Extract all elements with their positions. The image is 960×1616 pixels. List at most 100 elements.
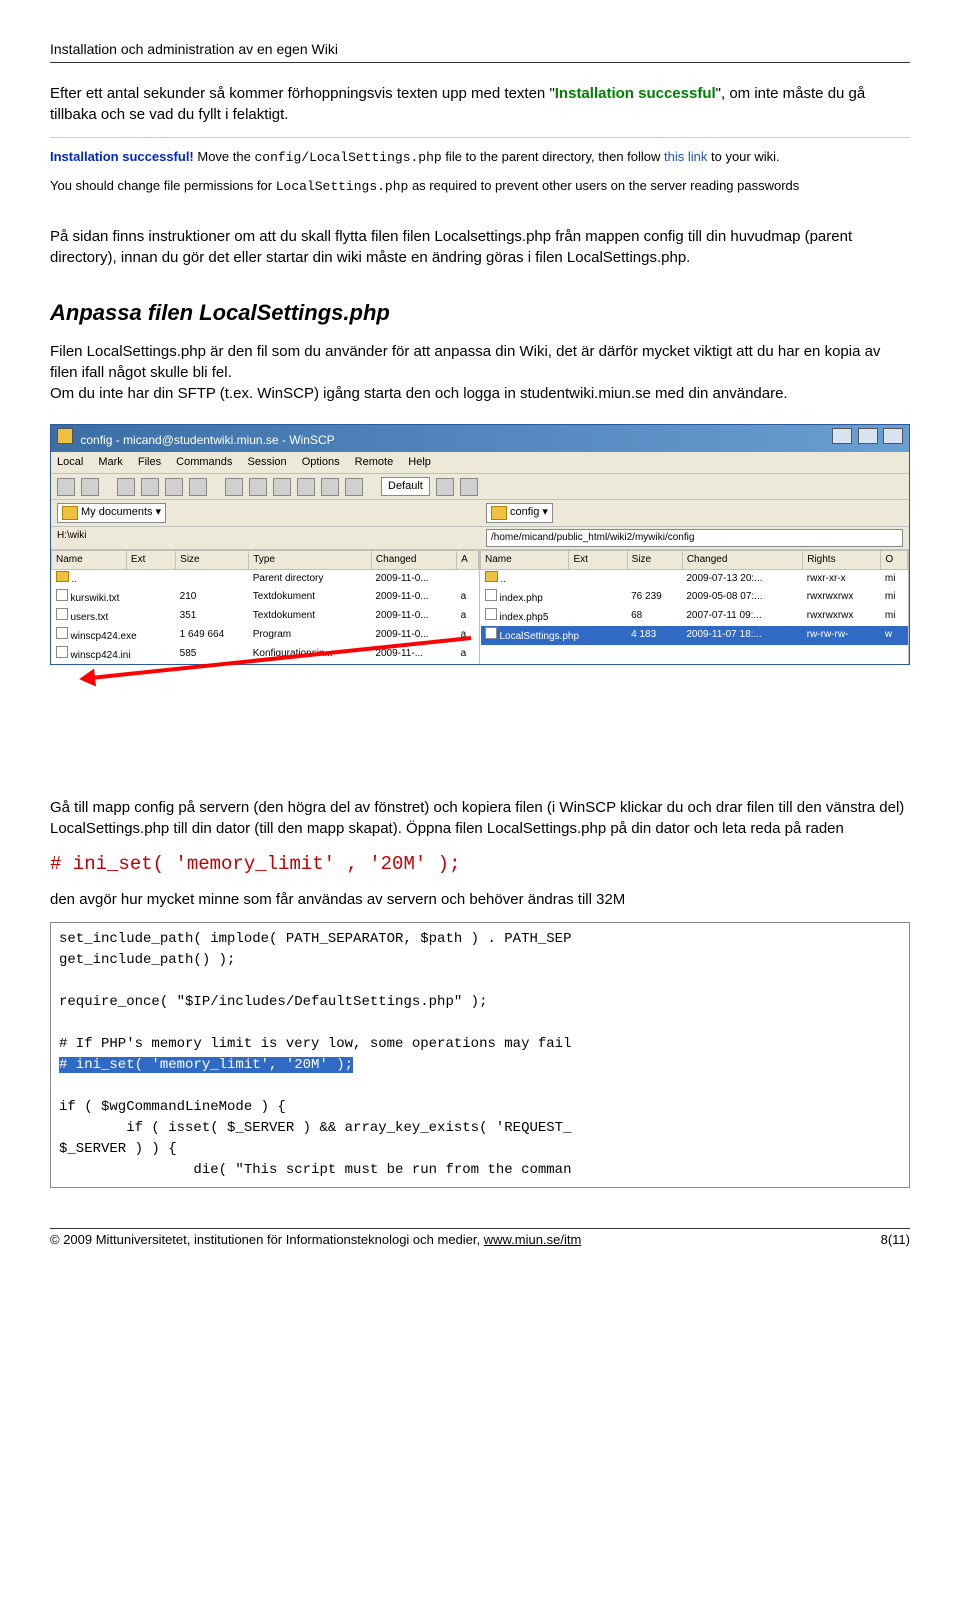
col-header[interactable]: Ext — [126, 550, 175, 569]
cell: a — [457, 626, 479, 645]
code-line: # If PHP's memory limit is very low, som… — [59, 1036, 571, 1052]
folder-icon — [491, 506, 507, 520]
cell: Textdokument — [249, 588, 372, 607]
minimize-button[interactable] — [832, 428, 852, 444]
install-success-box: Installation successful! Move the config… — [50, 148, 910, 196]
col-header[interactable]: Size — [627, 550, 682, 569]
cell: rwxr-xr-x — [803, 569, 881, 588]
code-line: $_SERVER ) ) { — [59, 1141, 177, 1157]
cell: 2009-11-0... — [371, 607, 456, 626]
menu-item[interactable]: Files — [138, 456, 161, 468]
cell — [176, 569, 249, 588]
file-icon — [485, 608, 497, 620]
toolbar-button[interactable] — [141, 478, 159, 496]
cell: a — [457, 607, 479, 626]
table-row[interactable]: ..2009-07-13 20:...rwxr-xr-xmi — [481, 569, 908, 588]
page-header: Installation och administration av en eg… — [50, 40, 910, 63]
code-line: if ( isset( $_SERVER ) && array_key_exis… — [59, 1120, 571, 1136]
paragraph-intro: Efter ett antal sekunder så kommer förho… — [50, 83, 910, 125]
cell — [457, 569, 479, 588]
table-row[interactable]: index.php5682007-07-11 09:...rwxrwxrwxmi — [481, 607, 908, 626]
text: You should change file permissions for — [50, 178, 276, 193]
table-row[interactable]: users.txt351Textdokument2009-11-0...a — [52, 607, 479, 626]
toolbar-button[interactable] — [225, 478, 243, 496]
file-icon — [485, 627, 497, 639]
toolbar-button[interactable] — [81, 478, 99, 496]
menu-item[interactable]: Commands — [176, 456, 232, 468]
cell: 351 — [176, 607, 249, 626]
toolbar-button[interactable] — [436, 478, 454, 496]
filename: winscp424.exe — [71, 631, 137, 642]
col-header[interactable]: Size — [176, 550, 249, 569]
remote-panel: Name Ext Size Changed Rights O ..2009-07… — [480, 550, 909, 664]
toolbar-button[interactable] — [297, 478, 315, 496]
col-header[interactable]: Name — [481, 550, 569, 569]
filename: kurswiki.txt — [71, 593, 120, 604]
col-header[interactable]: Rights — [803, 550, 881, 569]
menu-item[interactable]: Mark — [98, 456, 122, 468]
toolbar-button[interactable] — [273, 478, 291, 496]
php-code-box: set_include_path( implode( PATH_SEPARATO… — [50, 922, 910, 1188]
cell: Textdokument — [249, 607, 372, 626]
col-header[interactable]: Changed — [371, 550, 456, 569]
menu-item[interactable]: Help — [408, 456, 431, 468]
toolbar-button[interactable] — [345, 478, 363, 496]
cell: a — [457, 645, 479, 664]
toolbar-button[interactable] — [249, 478, 267, 496]
local-folder-dropdown[interactable]: My documents ▾ — [57, 503, 166, 522]
cell: Program — [249, 626, 372, 645]
maximize-button[interactable] — [858, 428, 878, 444]
close-button[interactable] — [883, 428, 903, 444]
col-header[interactable]: A — [457, 550, 479, 569]
filename: winscp424.ini — [71, 650, 131, 661]
toolbar-button[interactable] — [460, 478, 478, 496]
toolbar-button[interactable] — [321, 478, 339, 496]
table-header-row: Name Ext Size Type Changed A — [52, 550, 479, 569]
col-header[interactable]: Name — [52, 550, 127, 569]
cell: rwxrwxrwx — [803, 588, 881, 607]
table-header-row: Name Ext Size Changed Rights O — [481, 550, 908, 569]
file-icon — [56, 608, 68, 620]
paragraph-memory: den avgör hur mycket minne som får använ… — [50, 889, 910, 910]
code-line: die( "This script must be run from the c… — [59, 1162, 571, 1178]
menu-item[interactable]: Session — [247, 456, 286, 468]
cell: 2009-07-13 20:... — [682, 569, 802, 588]
remote-folder-dropdown[interactable]: config ▾ — [486, 503, 553, 522]
toolbar-button[interactable] — [57, 478, 75, 496]
page-number: 8(11) — [881, 1231, 910, 1249]
cell: 2007-07-11 09:... — [682, 607, 802, 626]
col-header[interactable]: Type — [249, 550, 372, 569]
local-file-table: Name Ext Size Type Changed A ..Parent di… — [51, 550, 479, 664]
cell: rw-rw-rw- — [803, 626, 881, 645]
divider — [50, 137, 910, 138]
footer-link[interactable]: www.miun.se/itm — [484, 1232, 582, 1247]
cell: a — [457, 588, 479, 607]
menu-item[interactable]: Options — [302, 456, 340, 468]
this-link[interactable]: this link — [664, 149, 707, 164]
col-header[interactable]: Changed — [682, 550, 802, 569]
menubar: Local Mark Files Commands Session Option… — [51, 452, 909, 474]
table-row-selected[interactable]: LocalSettings.php4 1832009-11-07 18:...r… — [481, 626, 908, 645]
toolbar-button[interactable] — [165, 478, 183, 496]
cell: Parent directory — [249, 569, 372, 588]
menu-item[interactable]: Local — [57, 456, 83, 468]
cell: 76 239 — [627, 588, 682, 607]
local-panel: Name Ext Size Type Changed A ..Parent di… — [51, 550, 480, 664]
filename: index.php — [500, 593, 543, 604]
toolbar-button[interactable] — [117, 478, 135, 496]
window-buttons — [830, 428, 903, 449]
folder-icon — [485, 571, 498, 582]
table-row[interactable]: ..Parent directory2009-11-0... — [52, 569, 479, 588]
table-row[interactable]: index.php76 2392009-05-08 07:...rwxrwxrw… — [481, 588, 908, 607]
file-panels: Name Ext Size Type Changed A ..Parent di… — [51, 550, 909, 664]
text: file to the parent directory, then follo… — [442, 149, 664, 164]
menu-item[interactable]: Remote — [355, 456, 394, 468]
text-highlight: Installation successful — [555, 85, 716, 102]
table-row[interactable]: kurswiki.txt210Textdokument2009-11-0...a — [52, 588, 479, 607]
session-combo[interactable]: Default — [381, 477, 430, 496]
page-footer: © 2009 Mittuniversitetet, institutionen … — [50, 1228, 910, 1249]
text: Move the — [194, 149, 255, 164]
toolbar-button[interactable] — [189, 478, 207, 496]
col-header[interactable]: O — [881, 550, 908, 569]
col-header[interactable]: Ext — [569, 550, 627, 569]
